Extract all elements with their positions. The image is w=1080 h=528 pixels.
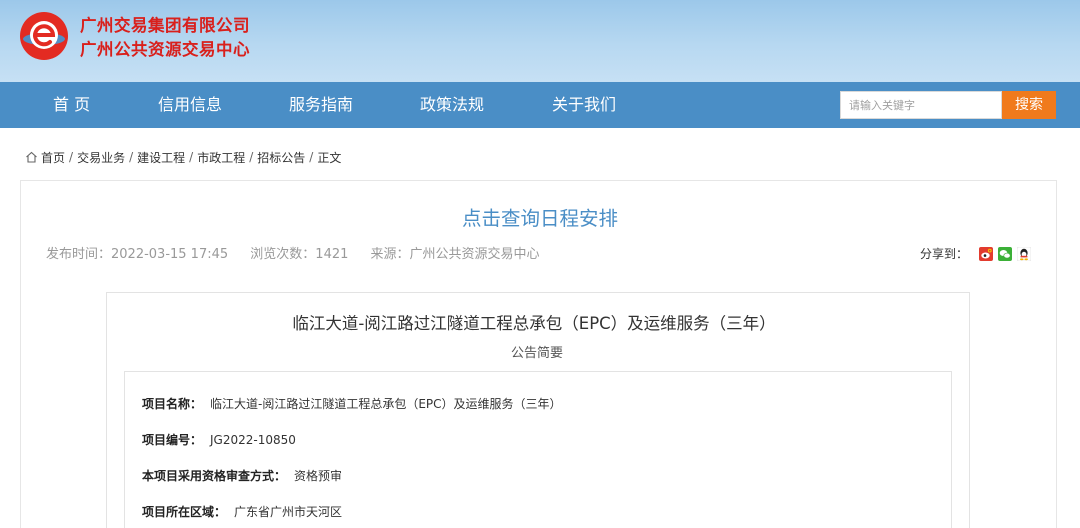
breadcrumb-separator: / bbox=[129, 150, 134, 164]
breadcrumb-municipal[interactable]: 市政工程 bbox=[197, 149, 245, 166]
view-count: 浏览次数：1421 bbox=[250, 247, 349, 262]
info-key: 项目所在区域： bbox=[142, 505, 227, 519]
org-name-center: 广州公共资源交易中心 bbox=[80, 40, 250, 59]
nav-service-guide[interactable]: 服务指南 bbox=[289, 82, 353, 128]
breadcrumb-home[interactable]: 首页 bbox=[41, 149, 65, 166]
project-title: 临江大道-阅江路过江隧道工程总承包（EPC）及运维服务（三年） bbox=[292, 314, 776, 333]
info-row-review-method: 本项目采用资格审查方式： 资格预审 bbox=[142, 467, 342, 484]
org-name-group: 广州交易集团有限公司 bbox=[80, 16, 250, 35]
info-value: 广东省广州市天河区 bbox=[234, 505, 343, 519]
nav-home[interactable]: 首 页 bbox=[53, 82, 90, 128]
search-input[interactable] bbox=[840, 91, 1002, 119]
publish-time: 发布时间：2022-03-15 17:45 bbox=[46, 247, 229, 262]
breadcrumb-current: 正文 bbox=[317, 150, 342, 165]
breadcrumb-tender-notice[interactable]: 招标公告 bbox=[257, 149, 305, 166]
breadcrumb-trading[interactable]: 交易业务 bbox=[77, 149, 125, 166]
summary-label: 公告简要 bbox=[510, 346, 563, 361]
nav-credit-info[interactable]: 信用信息 bbox=[158, 82, 222, 128]
info-value: JG2022-10850 bbox=[210, 433, 296, 447]
breadcrumb-separator: / bbox=[189, 150, 194, 164]
info-key: 本项目采用资格审查方式： bbox=[142, 469, 287, 483]
breadcrumb-separator: / bbox=[249, 150, 254, 164]
article-title[interactable]: 点击查询日程安排 bbox=[0, 202, 1080, 231]
info-row-project-name: 项目名称： 临江大道-阅江路过江隧道工程总承包（EPC）及运维服务（三年） bbox=[142, 395, 562, 412]
weibo-icon[interactable] bbox=[979, 246, 994, 261]
breadcrumb-separator: / bbox=[69, 150, 74, 164]
share-bar: 分享到： bbox=[920, 245, 1032, 262]
article-meta: 发布时间：2022-03-15 17:45 浏览次数：1421 来源：广州公共资… bbox=[46, 243, 558, 262]
info-row-project-code: 项目编号： JG2022-10850 bbox=[142, 431, 296, 448]
search-button[interactable]: 搜索 bbox=[1002, 91, 1056, 119]
nav-about-us[interactable]: 关于我们 bbox=[552, 82, 616, 128]
info-key: 项目编号： bbox=[142, 433, 203, 447]
info-row-region: 项目所在区域： 广东省广州市天河区 bbox=[142, 503, 342, 520]
wechat-icon[interactable] bbox=[998, 246, 1013, 261]
home-icon bbox=[26, 151, 37, 163]
info-key: 项目名称： bbox=[142, 397, 203, 411]
org-names: 广州交易集团有限公司 广州公共资源交易中心 bbox=[80, 14, 250, 62]
share-label: 分享到： bbox=[920, 247, 969, 261]
site-header: 广州交易集团有限公司 广州公共资源交易中心 bbox=[0, 0, 1080, 82]
qq-icon[interactable] bbox=[1017, 246, 1032, 261]
info-value: 资格预审 bbox=[294, 469, 343, 483]
nav-policy[interactable]: 政策法规 bbox=[420, 82, 484, 128]
e-logo-icon[interactable] bbox=[19, 11, 69, 61]
breadcrumb-separator: / bbox=[309, 150, 314, 164]
breadcrumb-construction[interactable]: 建设工程 bbox=[137, 149, 185, 166]
breadcrumb: 首页 / 交易业务 / 建设工程 / 市政工程 / 招标公告 / 正文 bbox=[25, 148, 341, 166]
info-value: 临江大道-阅江路过江隧道工程总承包（EPC）及运维服务（三年） bbox=[210, 397, 562, 411]
article-source: 来源：广州公共资源交易中心 bbox=[370, 247, 540, 262]
